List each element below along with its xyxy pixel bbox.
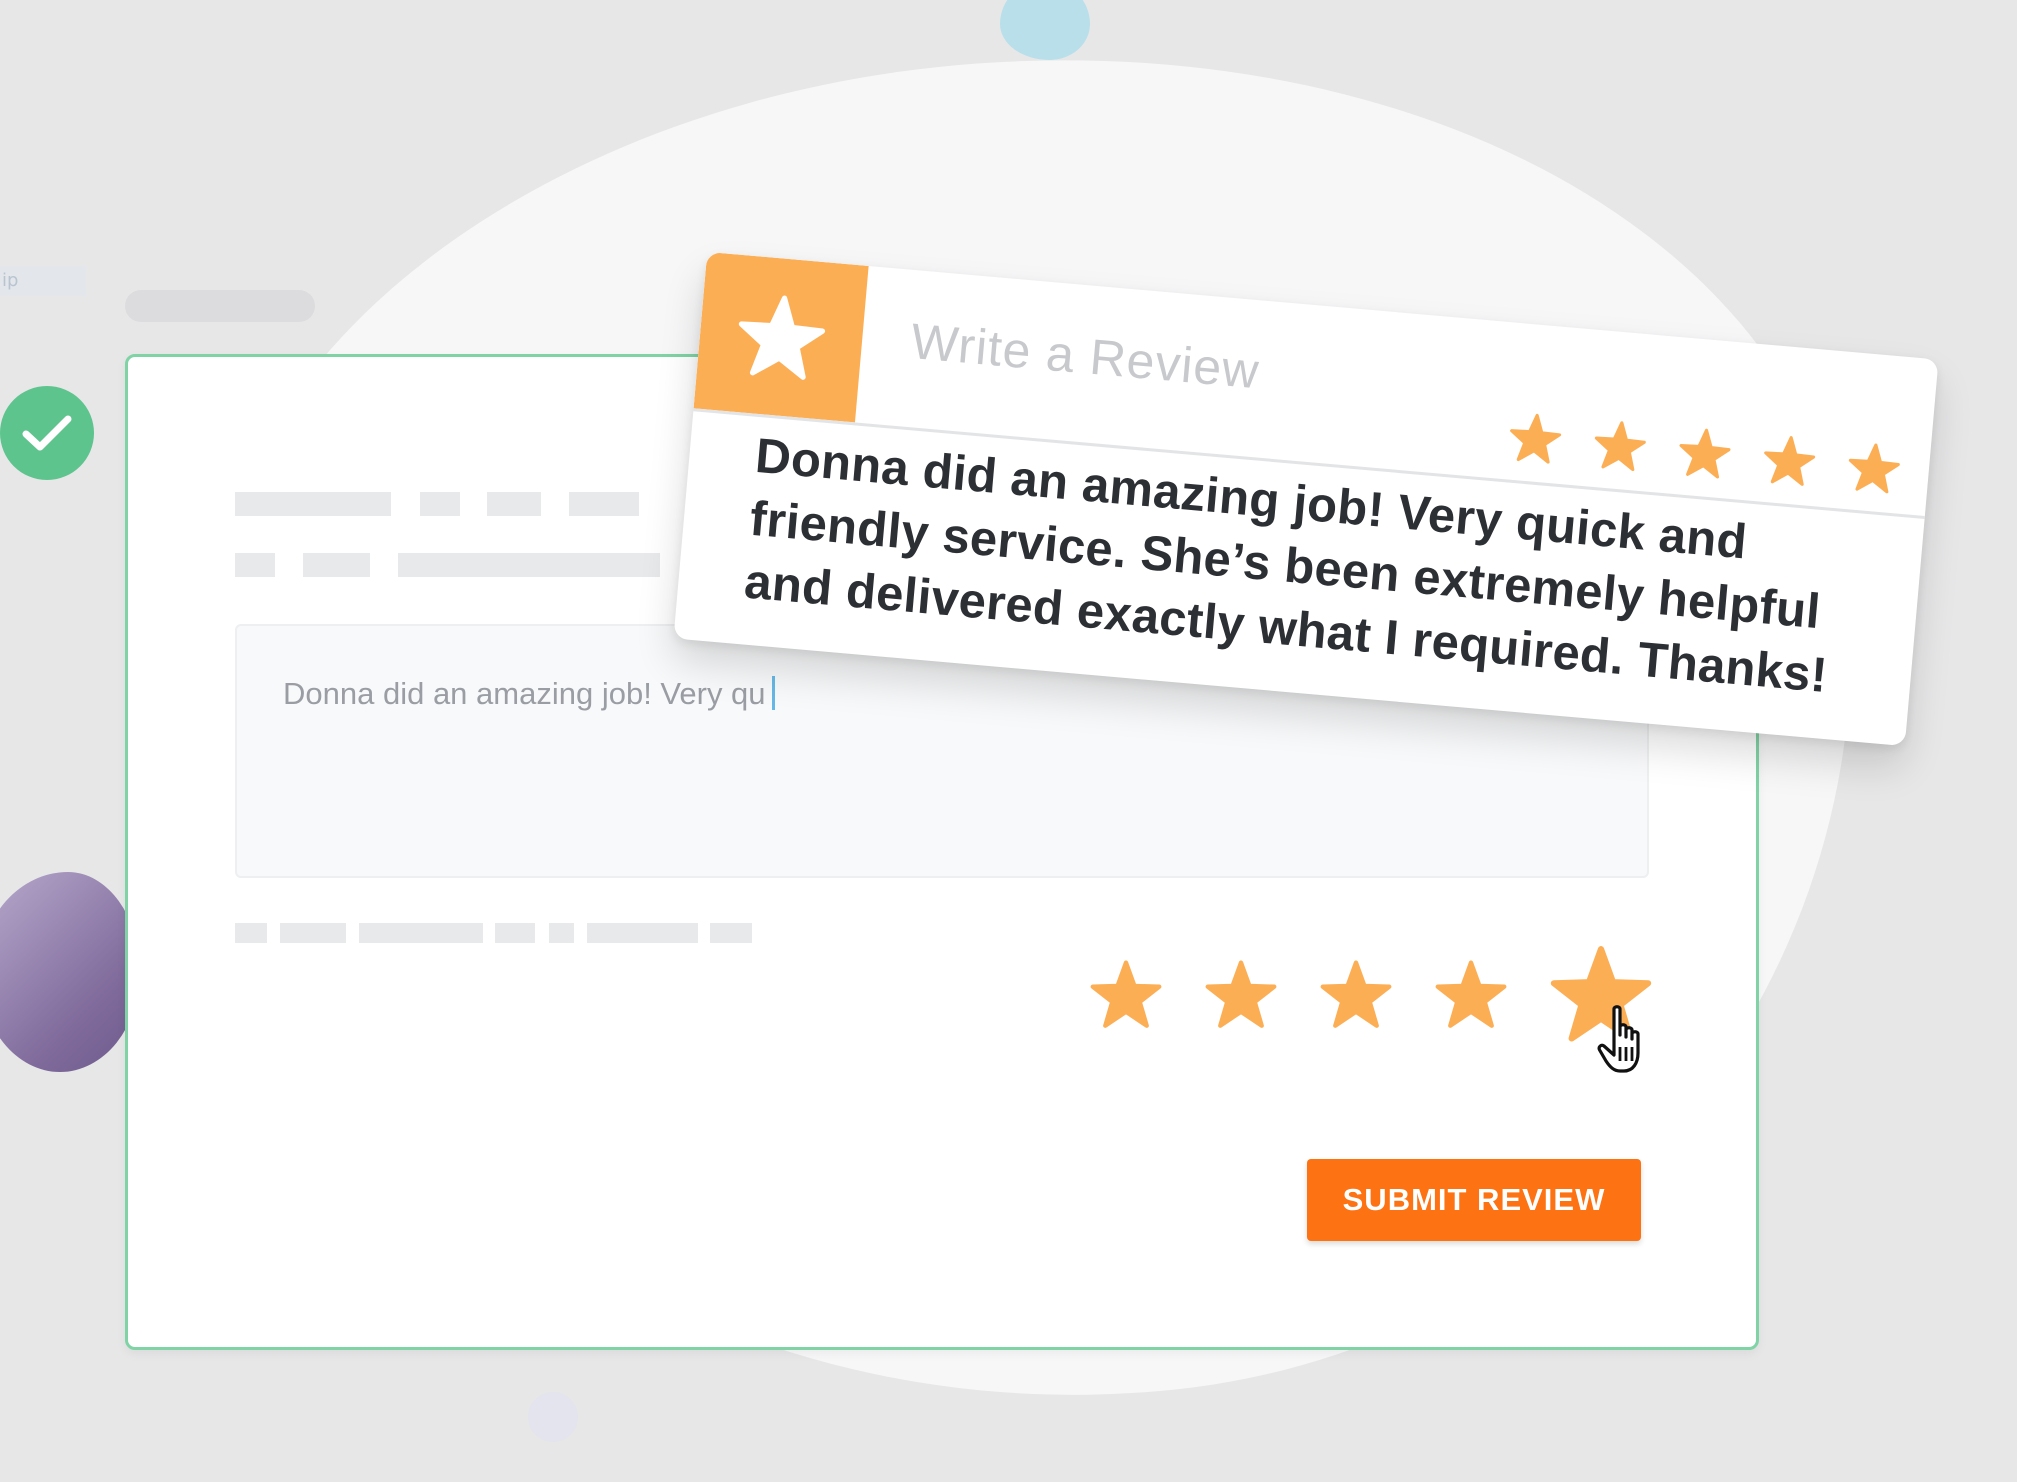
placeholder-line (587, 923, 698, 943)
star-icon (1592, 419, 1648, 472)
star-icon (733, 289, 828, 384)
star-icon[interactable] (1435, 959, 1507, 1031)
placeholder-line (280, 923, 346, 943)
star-icon[interactable] (1090, 959, 1162, 1031)
check-icon (22, 415, 72, 451)
star-icon (1677, 426, 1733, 480)
placeholder-line (569, 492, 639, 516)
review-badge (693, 251, 869, 423)
text-caret (771, 676, 775, 710)
star-rating-input[interactable] (1090, 944, 1652, 1046)
star-icon (1846, 441, 1902, 495)
placeholder-pill (125, 290, 315, 322)
placeholder-line (495, 923, 535, 943)
decorative-blob-purple (0, 872, 140, 1072)
star-icon (1507, 411, 1563, 465)
placeholder-line (235, 553, 275, 577)
placeholder-line (710, 923, 752, 943)
star-icon[interactable] (1320, 959, 1392, 1031)
placeholder-line (303, 553, 370, 577)
placeholder-line (235, 923, 267, 943)
placeholder-line (549, 923, 574, 943)
success-badge (0, 386, 94, 480)
decorative-blob-blue (1000, 0, 1090, 60)
decorative-blob-lavender (528, 1392, 578, 1442)
review-input-text: Donna did an amazing job! Very qu (283, 676, 766, 711)
placeholder-line (398, 553, 660, 577)
placeholder-line (420, 492, 460, 516)
star-icon[interactable] (1205, 959, 1277, 1031)
hand-pointer-icon (1597, 1005, 1640, 1073)
faded-sidebar-tag: ip (0, 266, 86, 296)
placeholder-line (235, 492, 391, 516)
star-icon (1761, 434, 1817, 487)
submit-review-button[interactable]: SUBMIT REVIEW (1307, 1159, 1641, 1241)
placeholder-line (359, 923, 483, 943)
popup-title: Write a Review (908, 313, 1262, 400)
placeholder-line (487, 492, 541, 516)
